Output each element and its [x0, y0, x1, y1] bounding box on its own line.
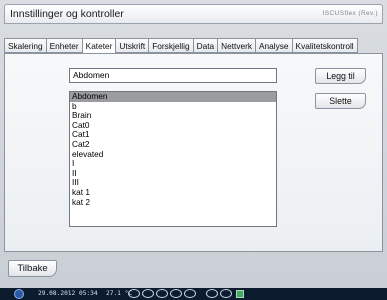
tab-skalering[interactable]: Skalering [4, 38, 46, 53]
indicator-circle-icon [142, 289, 154, 298]
screen: Innstillinger og kontroller ISCUSflex (R… [0, 0, 387, 300]
indicator-circle-icon [184, 289, 196, 298]
list-item[interactable]: b [70, 101, 276, 112]
indicator-circle-icon [156, 289, 168, 298]
indicator-circle-icon [206, 289, 218, 298]
status-indicator-icon [236, 290, 244, 298]
title-bar: Innstillinger og kontroller ISCUSflex (R… [4, 4, 383, 24]
back-button[interactable]: Tilbake [8, 260, 57, 277]
tab-forskjellig[interactable]: Forskjellig [148, 38, 193, 53]
list-item[interactable]: Brain [70, 111, 276, 121]
tab-analyse[interactable]: Analyse [255, 38, 292, 53]
tab-bar: Skalering Enheter Kateter Utskrift Forsk… [4, 38, 358, 54]
indicator-circle-icon [128, 289, 140, 298]
indicator-circle-icon [220, 289, 232, 298]
indicator-circle-icon [170, 289, 182, 298]
catheter-panel: Abdomen Abdomen b Brain Cat0 Cat1 Cat2 e… [4, 53, 383, 252]
status-bar: 29.08.2012 05:34 27.1 °C [0, 288, 387, 300]
tab-data[interactable]: Data [192, 38, 218, 53]
add-button[interactable]: Legg til [315, 68, 366, 84]
list-item[interactable]: elevated [70, 149, 276, 160]
list-item[interactable]: Cat0 [70, 120, 276, 131]
tab-kvalitetskontroll[interactable]: Kvalitetskontroll [291, 38, 358, 53]
tab-utskrift[interactable]: Utskrift [115, 38, 149, 53]
brand-logo: ISCUSflex (Rev.) [322, 10, 378, 17]
window-title: Innstillinger og kontroller [10, 8, 124, 20]
catheter-name-input[interactable]: Abdomen [69, 68, 277, 83]
list-item[interactable]: I [70, 159, 276, 169]
catheter-list[interactable]: Abdomen b Brain Cat0 Cat1 Cat2 elevated … [69, 91, 277, 227]
delete-button[interactable]: Slette [315, 93, 366, 109]
list-item[interactable]: Abdomen [70, 92, 276, 102]
power-icon[interactable] [14, 289, 24, 299]
list-item[interactable]: III [70, 178, 276, 188]
list-item[interactable]: Cat1 [70, 130, 276, 140]
tab-kateter[interactable]: Kateter [81, 38, 116, 54]
list-item[interactable]: II [70, 168, 276, 179]
status-datetime: 29.08.2012 05:34 [38, 290, 98, 297]
tab-nettverk[interactable]: Nettverk [217, 38, 256, 53]
tab-enheter[interactable]: Enheter [45, 38, 82, 53]
list-item[interactable]: kat 1 [70, 187, 276, 198]
indicator-circles [128, 289, 196, 298]
list-item[interactable]: kat 2 [70, 197, 276, 208]
indicator-circles-secondary [206, 289, 232, 298]
